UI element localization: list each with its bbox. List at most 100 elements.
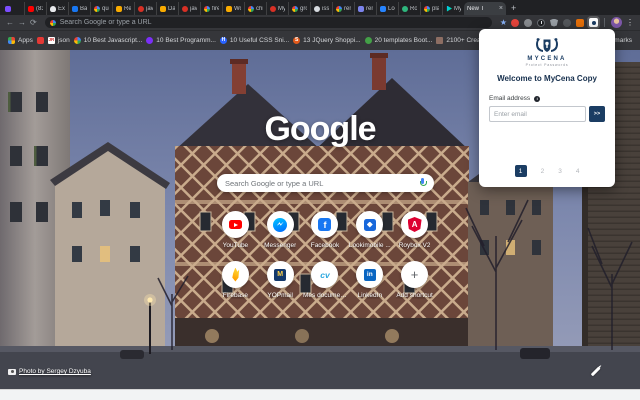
new-tab-button[interactable]: + (511, 3, 516, 13)
redsq-bookmark-icon (37, 37, 44, 44)
tab[interactable]: Rosy (398, 2, 420, 15)
mycena-tagline: Protect Passwords (479, 63, 615, 67)
bookmark-item[interactable]: JRjson (48, 37, 70, 44)
tab-favicon (72, 6, 78, 12)
tab-favicon (446, 6, 452, 12)
active-tab[interactable]: New T× (464, 2, 506, 15)
back-icon[interactable]: ← (6, 19, 14, 27)
photo-credit-link[interactable]: Photo by Sergey Dzyuba (19, 368, 91, 375)
bookmark-item[interactable] (37, 37, 44, 44)
bookmark-item[interactable]: Apps (8, 37, 33, 44)
pagination-page[interactable]: 4 (576, 168, 580, 175)
bookmark-item[interactable]: 20 templates Boot... (365, 37, 433, 44)
bookmark-label: 20 templates Boot... (375, 37, 433, 44)
tab-title: grou (300, 6, 307, 12)
tab-title: Worl (234, 6, 241, 12)
docs-glyph: cv (320, 270, 329, 280)
bookmark-item[interactable]: 10 Best Programm... (146, 37, 216, 44)
shortcut-youtube[interactable]: YouTube (213, 211, 258, 249)
dim-extension-icon[interactable] (563, 19, 571, 27)
tab-close-icon[interactable]: × (499, 5, 503, 12)
tab[interactable]: Babe (68, 2, 90, 15)
info-icon[interactable]: i (534, 96, 540, 102)
tab-favicon (358, 6, 364, 12)
email-label: Email address (489, 95, 530, 102)
shortcut-facebook[interactable]: fFacebook (303, 211, 348, 249)
gray-circle-extension-icon[interactable] (524, 19, 532, 27)
tab[interactable] (2, 2, 24, 15)
tab-title: (83) (36, 6, 43, 12)
shortcut-messenger[interactable]: Messenger (258, 211, 303, 249)
pagination-active-page[interactable]: 1 (515, 165, 527, 177)
bookmark-label: 10 Best Javascript... (84, 37, 143, 44)
clock-extension-icon[interactable] (537, 19, 545, 27)
tab[interactable]: remo (332, 2, 354, 15)
mycena-extension-popup: MYCENA Protect Passwords Welcome to MyCe… (479, 29, 615, 187)
browser-menu-icon[interactable]: ⋮ (626, 19, 634, 27)
orange-extension-icon[interactable] (576, 19, 584, 27)
pagination-page[interactable]: 3 (558, 168, 562, 175)
tab-favicon (402, 6, 408, 12)
shortcut-label: LinkedIn (358, 292, 383, 299)
camera-icon (8, 369, 16, 375)
bookmark-item[interactable]: S13 JQuery Shoppi... (293, 37, 360, 44)
shortcut-linkedin[interactable]: in LinkedIn (347, 261, 392, 299)
pagination-page[interactable]: 2 (541, 168, 545, 175)
tab[interactable]: MyC (266, 2, 288, 15)
tab[interactable]: issue (310, 2, 332, 15)
red-circle-extension-icon[interactable] (511, 19, 519, 27)
mycena-brand-text: MYCENA (479, 56, 615, 62)
bookmark-label: 10 Useful CSS Sni... (230, 37, 289, 44)
bookmark-star-icon[interactable]: ★ (500, 19, 507, 27)
tab[interactable]: fireb (200, 2, 222, 15)
profile-avatar[interactable] (611, 17, 622, 28)
tab[interactable]: grou (288, 2, 310, 15)
reload-icon[interactable]: ⟳ (30, 19, 37, 27)
shortcut-firebase[interactable]: Firebase (213, 261, 258, 299)
shortcut-jira[interactable]: Lookimobile ... (347, 211, 392, 249)
linkedin-shortcut-icon: in (356, 261, 383, 288)
bookmark-label: json (58, 37, 70, 44)
tab[interactable]: (83) (24, 2, 46, 15)
angular-glyph: A (408, 217, 422, 232)
shortcut-label: Facebook (311, 242, 340, 249)
shortcut-label: Mes documents (303, 292, 347, 299)
tab[interactable]: javas (134, 2, 156, 15)
tab[interactable]: Look (376, 2, 398, 15)
shortcut-label: Roybox V2 (399, 242, 431, 249)
address-bar[interactable]: Search Google or type a URL (45, 17, 492, 28)
shortcut-plus[interactable]: +Add shortcut (392, 261, 437, 299)
tab[interactable]: MyC (442, 2, 464, 15)
tab[interactable]: Exte (46, 2, 68, 15)
tab[interactable]: Data (156, 2, 178, 15)
shortcut-angular[interactable]: A Roybox V2 (392, 211, 437, 249)
email-field[interactable] (489, 106, 586, 122)
bookmark-item[interactable]: 10 Best Javascript... (74, 37, 143, 44)
shield-extension-icon[interactable] (550, 19, 558, 27)
tab-title: Exte (58, 6, 65, 12)
tab-favicon (160, 6, 166, 12)
google-search-bar[interactable]: Search Google or type a URL (217, 174, 434, 192)
tab-title: MyC (454, 6, 461, 12)
mycena-extension-icon[interactable] (589, 18, 598, 27)
tab-title: javas (190, 6, 197, 12)
tab-title: javas (146, 6, 153, 12)
popup-pagination: 1 2 3 4 (479, 165, 615, 177)
tab[interactable]: chro (244, 2, 266, 15)
tab[interactable]: quer (90, 2, 112, 15)
tab[interactable]: play (420, 2, 442, 15)
voice-search-icon[interactable] (419, 178, 426, 188)
shortcut-yopmail[interactable]: MYOPmail (258, 261, 303, 299)
tab-title: Data (168, 6, 175, 12)
forward-icon[interactable]: → (18, 19, 26, 27)
popup-title: Welcome to MyCena Copy (479, 74, 615, 83)
bookmark-item[interactable]: H10 Useful CSS Sni... (220, 37, 289, 44)
tab[interactable]: Worl (222, 2, 244, 15)
tab[interactable]: rem (354, 2, 376, 15)
shortcut-docs[interactable]: cv Mes documents (303, 261, 348, 299)
tab[interactable]: Reac (112, 2, 134, 15)
tab-title: Look (388, 6, 395, 12)
submit-email-button[interactable]: >> (589, 106, 605, 122)
tab[interactable]: javas (178, 2, 200, 15)
tab-title: rem (366, 6, 373, 12)
